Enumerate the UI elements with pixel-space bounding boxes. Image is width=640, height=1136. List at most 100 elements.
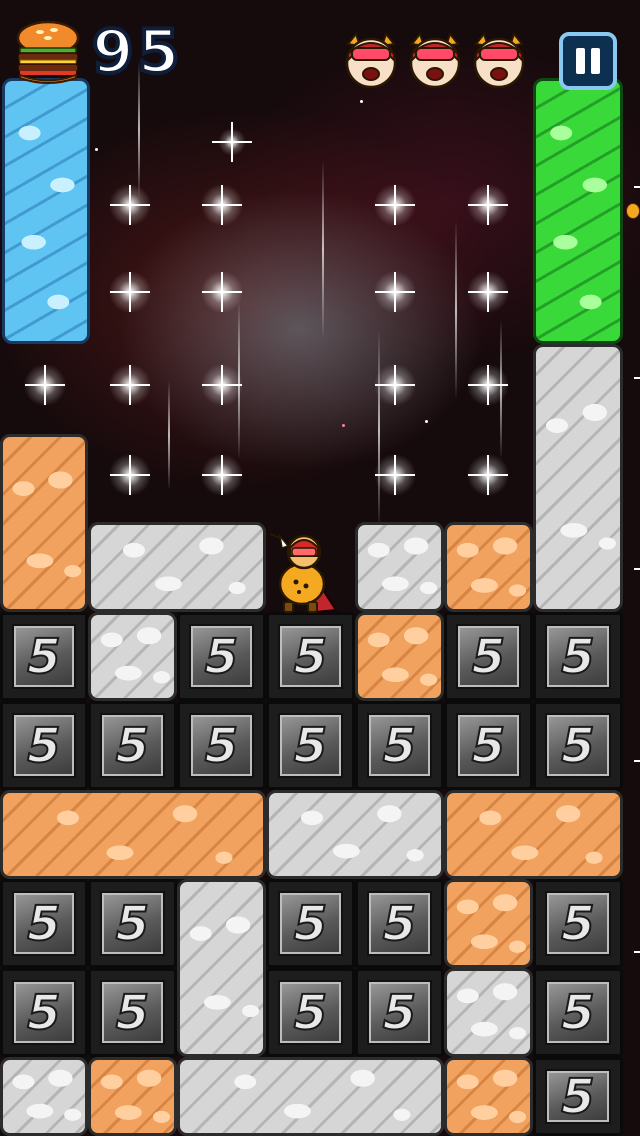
light-streak xyxy=(168,380,170,490)
sparkle xyxy=(465,452,511,498)
star xyxy=(95,148,98,151)
star xyxy=(360,100,363,103)
block-number: 5 xyxy=(560,628,595,685)
block-number: 5 xyxy=(293,717,328,774)
sparkle xyxy=(199,182,245,228)
gray-stone-block xyxy=(355,522,444,612)
metal-block: 5 xyxy=(88,879,177,968)
green-stone-pillar xyxy=(533,78,623,344)
block-number: 5 xyxy=(560,717,595,774)
block-number: 5 xyxy=(293,628,328,685)
block-number: 5 xyxy=(560,1068,595,1125)
gray-stone-block xyxy=(444,968,533,1057)
sparkle xyxy=(199,362,245,408)
block-number: 5 xyxy=(204,628,239,685)
score-counter: 95 xyxy=(90,17,184,87)
sparkle xyxy=(465,182,511,228)
block-number: 5 xyxy=(115,895,150,952)
metal-block: 5 xyxy=(88,701,177,790)
gray-stone-block xyxy=(266,790,444,879)
metal-block: 5 xyxy=(355,968,444,1057)
metal-block: 5 xyxy=(533,968,623,1057)
pause-button[interactable] xyxy=(559,32,617,90)
sparkle xyxy=(372,269,418,315)
metal-block: 5 xyxy=(444,701,533,790)
sparkle xyxy=(372,452,418,498)
block-number: 5 xyxy=(26,717,61,774)
gray-stone-block xyxy=(533,344,623,612)
progress-marker-icon xyxy=(626,203,640,219)
block-number: 5 xyxy=(560,984,595,1041)
metal-block: 5 xyxy=(0,879,88,968)
block-number: 5 xyxy=(560,895,595,952)
orange-stone-block xyxy=(444,1057,533,1136)
block-number: 5 xyxy=(382,984,417,1041)
sparkle xyxy=(465,362,511,408)
light-streak xyxy=(378,330,380,530)
orange-stone-block xyxy=(355,612,444,701)
metal-block: 5 xyxy=(0,968,88,1057)
depth-tick xyxy=(634,760,640,762)
metal-block: 5 xyxy=(533,612,623,701)
light-streak xyxy=(322,160,324,340)
orange-stone-block xyxy=(444,790,623,879)
sparkle xyxy=(107,182,153,228)
block-number: 5 xyxy=(26,895,61,952)
block-number: 5 xyxy=(115,984,150,1041)
sparkle xyxy=(199,269,245,315)
metal-block: 5 xyxy=(533,1057,623,1136)
block-number: 5 xyxy=(204,717,239,774)
star xyxy=(425,420,428,423)
block-number: 5 xyxy=(293,895,328,952)
metal-block: 5 xyxy=(177,701,266,790)
block-number: 5 xyxy=(471,628,506,685)
gray-stone-block xyxy=(88,522,266,612)
metal-block: 5 xyxy=(355,701,444,790)
light-streak xyxy=(455,220,457,400)
life-icon xyxy=(473,31,525,89)
metal-block: 5 xyxy=(533,879,623,968)
block-number: 5 xyxy=(471,717,506,774)
depth-tick xyxy=(634,377,640,379)
life-icon xyxy=(409,31,461,89)
life-icon xyxy=(345,31,397,89)
gray-stone-block xyxy=(0,1057,88,1136)
metal-block: 5 xyxy=(0,612,88,701)
sparkle xyxy=(107,362,153,408)
orange-stone-block xyxy=(0,790,266,879)
gray-stone-block xyxy=(177,879,266,1057)
metal-block: 5 xyxy=(355,879,444,968)
block-number: 5 xyxy=(26,984,61,1041)
sparkle xyxy=(372,182,418,228)
depth-tick xyxy=(634,951,640,953)
metal-block: 5 xyxy=(266,612,355,701)
orange-stone-block xyxy=(444,879,533,968)
depth-tick xyxy=(634,186,640,188)
block-number: 5 xyxy=(115,717,150,774)
metal-block: 5 xyxy=(0,701,88,790)
sparkle xyxy=(199,452,245,498)
star xyxy=(342,424,345,427)
orange-stone-block xyxy=(444,522,533,612)
metal-block: 5 xyxy=(177,612,266,701)
block-number: 5 xyxy=(26,628,61,685)
metal-block: 5 xyxy=(533,701,623,790)
gray-stone-block xyxy=(88,612,177,701)
depth-tick xyxy=(634,568,640,570)
metal-block: 5 xyxy=(266,701,355,790)
gray-stone-block xyxy=(177,1057,444,1136)
metal-block: 5 xyxy=(88,968,177,1057)
orange-stone-block xyxy=(0,434,88,612)
pause-icon xyxy=(576,48,585,74)
metal-block: 5 xyxy=(444,612,533,701)
sparkle xyxy=(372,362,418,408)
sparkle xyxy=(107,269,153,315)
metal-block: 5 xyxy=(266,879,355,968)
orange-stone-block xyxy=(88,1057,177,1136)
sparkle xyxy=(22,362,68,408)
metal-block: 5 xyxy=(266,968,355,1057)
sparkle xyxy=(107,452,153,498)
sparkle xyxy=(212,122,252,162)
sparkle xyxy=(465,269,511,315)
block-number: 5 xyxy=(293,984,328,1041)
